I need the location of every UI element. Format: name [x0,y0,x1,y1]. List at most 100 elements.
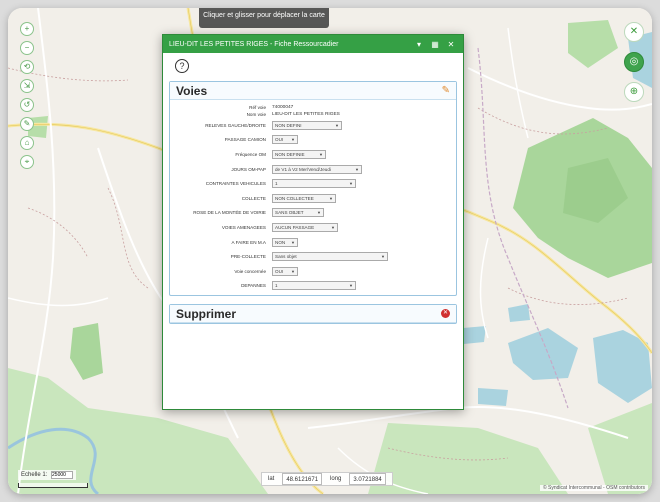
panel-header[interactable]: LIEU-DIT LES PETITES RIGES - Fiche Resso… [163,35,463,53]
field-select-value: 1 [275,283,278,289]
help-icon[interactable]: ? [175,59,189,73]
chevron-down-icon: ▼ [335,122,339,128]
field-label: RELEVES GAUCHE/DROITE [205,122,266,128]
nom-value: LIEU-DIT LES PETITES RIGES [272,112,340,117]
ref-row: Réf voie 74000047 [176,104,450,111]
map-toolbar-left: + − ⟲ ⇲ ↺ ✎ ⌂ ⌖ [20,22,34,174]
minimize-icon[interactable]: ▾ [413,40,425,49]
crosshair-icon[interactable]: ⌖ [20,155,34,169]
zoom-in-icon[interactable]: + [20,22,34,36]
refresh-icon[interactable]: ↺ [20,98,34,112]
field-label: COLLECTE [241,195,266,201]
form-row: DEPANNES 1 ▼ [176,279,450,294]
map-hint-tooltip: Cliquer et glisser pour déplacer la cart… [199,8,329,28]
form-row: A FAIRE EN M.A NON ▼ [176,235,450,250]
nom-row: Nom voie LIEU-DIT LES PETITES RIGES [176,111,450,118]
field-label: DEPANNES [241,283,266,289]
panel-title: LIEU-DIT LES PETITES RIGES - Fiche Resso… [169,40,339,48]
field-label: Voie concernée [234,268,266,274]
field-select-value: NON DEFINIE [275,151,305,157]
search-icon[interactable]: ⊕ [624,82,644,102]
form-row: ROSE DE LA MONTÉE DE VOIRIE SANS OBJET ▼ [176,206,450,221]
chevron-down-icon: ▼ [349,283,353,289]
field-select[interactable]: NON DEFINIE ▼ [272,149,326,159]
field-select[interactable]: NON COLLECTEE ▼ [272,193,336,203]
field-select-value: SANS OBJET [275,210,304,216]
panel-body: ? Voies ✎ Réf voie 74000047 Nom voie LIE… [163,53,463,325]
voies-form: Réf voie 74000047 Nom voie LIEU-DIT LES … [170,100,456,295]
locate-icon[interactable]: ◎ [624,52,644,72]
field-select[interactable]: SANS OBJET ▼ [272,208,324,218]
form-row: RELEVES GAUCHE/DROITE NON DEFINI ▼ [176,118,450,133]
field-select-value: OUI [275,137,284,143]
lat-value[interactable]: 48.6121671 [282,473,323,485]
supprimer-header[interactable]: Supprimer ✕ [170,305,456,324]
form-row: JOURS OM-PAP de V1 à V2 Mer/Vend/Jeudi ▼ [176,162,450,177]
field-label: ROSE DE LA MONTÉE DE VOIRIE [193,210,266,216]
scale-control: Echelle 1: [18,470,77,480]
field-label: Fréquence OM [235,151,266,157]
field-select-value: de V1 à V2 Mer/Vend/Jeudi [275,166,331,172]
scale-input[interactable] [51,471,74,479]
supprimer-section: Supprimer ✕ [169,304,457,325]
chevron-down-icon: ▼ [349,181,353,187]
field-select[interactable]: OUI ▼ [272,135,298,145]
scale-label: Echelle 1: [21,472,48,478]
chevron-down-icon: ▼ [381,254,385,260]
field-select[interactable]: NON ▼ [272,237,298,247]
field-select-value: AUCUN PASSAGE [275,224,315,230]
voies-title: Voies [176,83,208,98]
coordinate-readout: lat 48.6121671 long 3.0721884 [261,472,393,486]
field-select[interactable]: OUI ▼ [272,266,298,276]
rotate-icon[interactable]: ⟲ [20,60,34,74]
form-row: PRE-COLLECTE Sans objet ▼ [176,249,450,264]
pencil-icon[interactable]: ✎ [442,85,450,96]
chevron-down-icon: ▼ [317,210,321,216]
ref-label: Réf voie [249,105,266,110]
scale-bar [18,483,88,488]
delete-icon[interactable]: ✕ [441,309,450,319]
zoom-out-icon[interactable]: − [20,41,34,55]
form-row: COLLECTE NON COLLECTEE ▼ [176,191,450,206]
nom-label: Nom voie [246,112,266,117]
field-label: PRE-COLLECTE [230,254,266,260]
resource-panel: LIEU-DIT LES PETITES RIGES - Fiche Resso… [162,34,464,410]
field-label: VOIES AMENAGEES [221,224,266,230]
field-label: A FAIRE EN M.A [231,239,266,245]
field-select-value: NON COLLECTEE [275,195,314,201]
ref-value: 74000047 [272,105,294,110]
field-select-value: Sans objet [275,254,297,260]
print-icon[interactable]: ▦ [429,40,441,49]
field-select[interactable]: 1 ▼ [272,281,356,291]
map-attribution: © Syndicat Intercommunal - OSM contribut… [539,485,648,491]
form-row: VOIES AMENAGEES AUCUN PASSAGE ▼ [176,220,450,235]
chevron-down-icon: ▼ [329,195,333,201]
voies-section: Voies ✎ Réf voie 74000047 Nom voie LIEU-… [169,81,457,297]
form-row: Voie concernée OUI ▼ [176,264,450,279]
fullscreen-icon[interactable]: ⇲ [20,79,34,93]
lng-value[interactable]: 3.0721884 [349,473,386,485]
field-select[interactable]: de V1 à V2 Mer/Vend/Jeudi ▼ [272,164,362,174]
app-screen: Cliquer et glisser pour déplacer la cart… [8,8,652,494]
layers-icon[interactable]: ✕ [624,22,644,42]
home-icon[interactable]: ⌂ [20,136,34,150]
field-select-value: NON [275,239,286,245]
draw-icon[interactable]: ✎ [20,117,34,131]
field-select[interactable]: AUCUN PASSAGE ▼ [272,222,338,232]
form-row: PASSAGE CAMION OUI ▼ [176,133,450,148]
field-label: JOURS OM-PAP [231,166,266,172]
field-select[interactable]: Sans objet ▼ [272,252,388,262]
chevron-down-icon: ▼ [355,166,359,172]
close-icon[interactable]: ✕ [445,40,457,49]
lat-label: lat [268,476,275,482]
form-row: CONTRAINTES VEHICULES 1 ▼ [176,176,450,191]
field-label: PASSAGE CAMION [224,137,266,143]
chevron-down-icon: ▼ [319,151,323,157]
chevron-down-icon: ▼ [291,137,295,143]
field-select[interactable]: NON DEFINI ▼ [272,120,342,130]
supprimer-title: Supprimer [176,306,237,321]
lng-label: long [330,476,342,482]
chevron-down-icon: ▼ [291,239,295,245]
field-select[interactable]: 1 ▼ [272,179,356,189]
map-toolbar-right: ✕ ◎ ⊕ [624,22,644,112]
